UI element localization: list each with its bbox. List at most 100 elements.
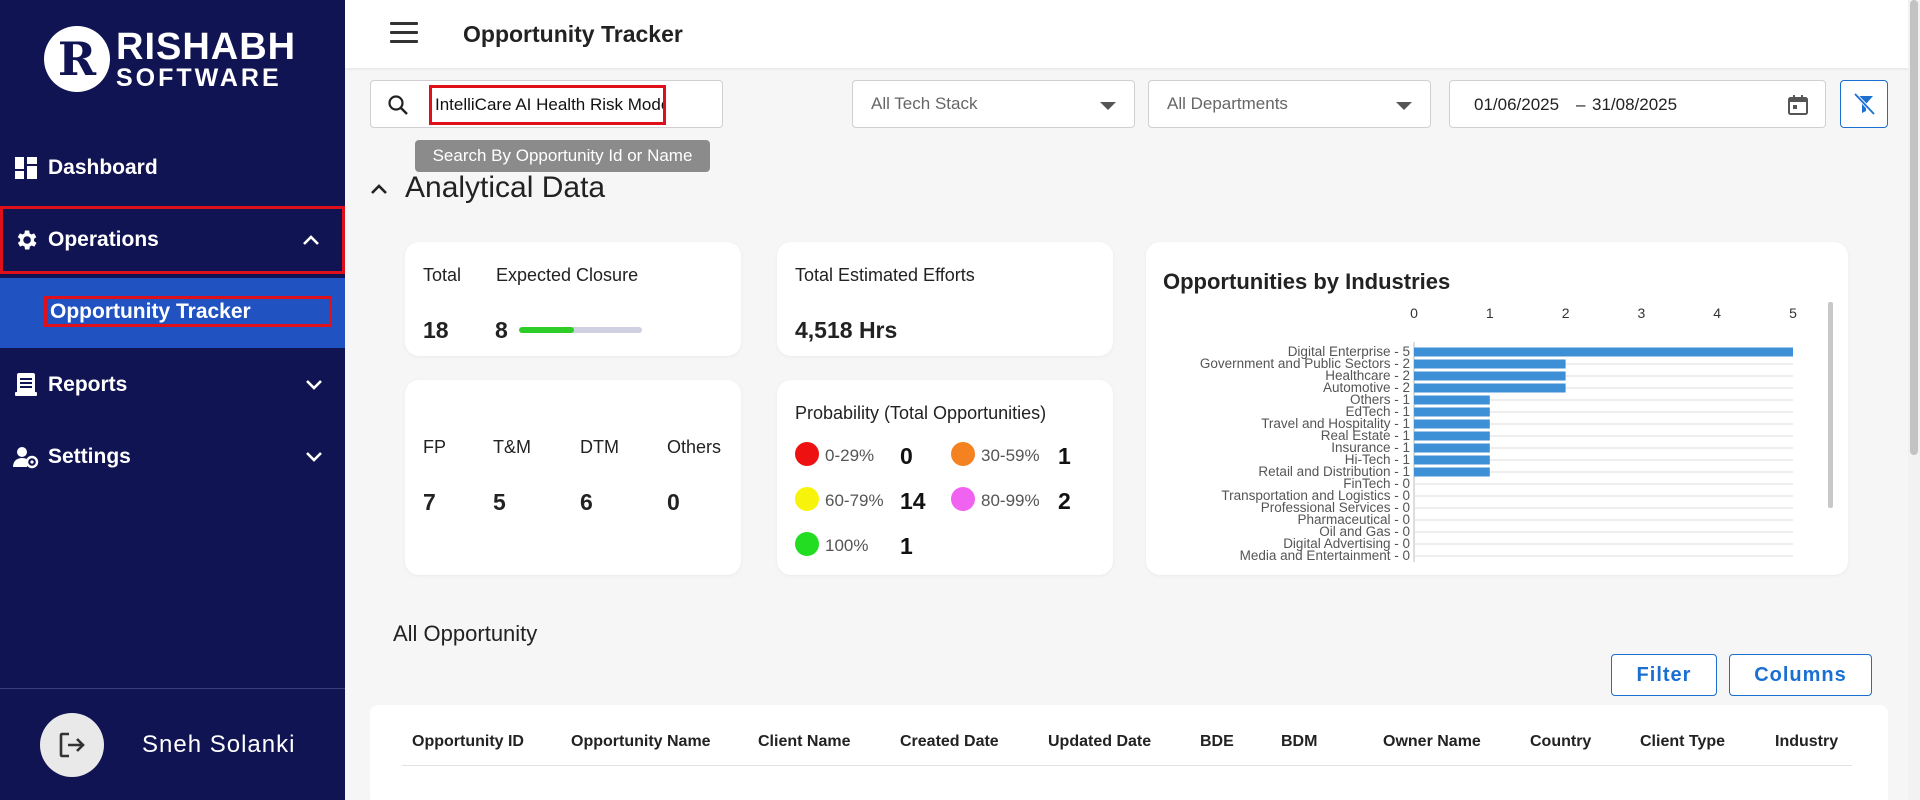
summary-card (405, 242, 741, 356)
x-tick-label: 3 (1638, 305, 1646, 321)
bar (1414, 395, 1490, 405)
column-header[interactable]: Opportunity ID (412, 733, 524, 751)
probability-range: 80-99% (981, 491, 1040, 510)
probability-range: 30-59% (981, 446, 1040, 465)
column-header[interactable]: Updated Date (1048, 733, 1151, 751)
menu-icon[interactable] (390, 22, 418, 44)
clear-filter-button[interactable] (1840, 80, 1888, 128)
total-value: 18 (423, 317, 449, 343)
column-header[interactable]: Client Name (758, 733, 850, 751)
logo-mark: R (44, 26, 110, 92)
column-header[interactable]: BDE (1200, 733, 1234, 751)
type-value: 6 (580, 489, 593, 515)
type-label: T&M (493, 437, 531, 457)
page-scrollbar[interactable] (1908, 0, 1920, 800)
probability-value: 1 (900, 533, 913, 559)
progress-fill (519, 327, 574, 333)
brand-logo[interactable]: R RISHABH SOFTWARE (44, 26, 296, 92)
type-label: DTM (580, 437, 619, 457)
page-title: Opportunity Tracker (463, 21, 683, 47)
filter-off-icon (1853, 92, 1876, 116)
date-range-picker[interactable]: 01/06/2025 – 31/08/2025 (1449, 80, 1826, 128)
probability-value: 0 (900, 443, 913, 469)
efforts-label: Total Estimated Efforts (795, 265, 975, 285)
logout-button[interactable] (40, 713, 104, 777)
chart-scrollbar[interactable] (1828, 302, 1833, 508)
column-header[interactable]: BDM (1281, 733, 1317, 751)
tech-stack-value: All Tech Stack (871, 94, 978, 113)
probability-range: 60-79% (825, 491, 884, 510)
probability-dot (795, 442, 819, 466)
column-header[interactable]: Industry (1775, 733, 1838, 751)
bar (1414, 443, 1490, 453)
type-value: 0 (667, 489, 680, 515)
sidebar-item-settings[interactable]: Settings (0, 426, 345, 488)
x-tick-label: 0 (1410, 305, 1418, 321)
search-box (370, 80, 723, 128)
calendar-icon[interactable] (1787, 94, 1809, 121)
logout-icon (59, 732, 85, 758)
logo-line1: RISHABH (116, 25, 297, 68)
sidebar-item-label: Dashboard (48, 156, 158, 179)
probability-value: 2 (1058, 488, 1071, 514)
column-header[interactable]: Created Date (900, 733, 999, 751)
type-label: Others (667, 437, 722, 457)
columns-button[interactable]: Columns (1729, 654, 1872, 696)
departments-value: All Departments (1167, 94, 1288, 113)
chevron-up-icon[interactable] (298, 227, 324, 253)
sidebar-divider (0, 688, 345, 689)
collapse-section-icon[interactable] (368, 178, 390, 200)
date-separator: – (1576, 95, 1586, 114)
expected-closure-progress (519, 327, 642, 333)
probability-dot (795, 532, 819, 556)
report-icon (12, 371, 40, 399)
top-bar: Opportunity Tracker (345, 0, 1920, 68)
x-tick-label: 4 (1713, 305, 1721, 321)
sidebar-item-label: Reports (48, 373, 128, 396)
industries-bar-chart: 0 1 2 3 4 5Digital Enterprise - 5Government a… (1200, 305, 1797, 563)
search-input[interactable] (429, 85, 666, 125)
type-value: 5 (493, 489, 506, 515)
chevron-down-icon[interactable] (301, 444, 327, 470)
sidebar-item-label: Operations (48, 228, 159, 251)
bar (1414, 419, 1490, 429)
chevron-down-icon[interactable] (301, 372, 327, 398)
sidebar-item-reports[interactable]: Reports (0, 354, 345, 416)
column-header[interactable]: Country (1530, 733, 1591, 751)
sidebar-item-operations[interactable]: Operations (0, 206, 345, 274)
bar (1414, 455, 1490, 465)
opportunity-table (370, 705, 1888, 800)
column-header[interactable]: Client Type (1640, 733, 1725, 751)
chart-title: Opportunities by Industries (1163, 269, 1451, 294)
page-scrollbar-thumb[interactable] (1910, 0, 1918, 455)
user-name: Sneh Solanki (142, 731, 296, 758)
type-label: FP (423, 437, 447, 457)
bar (1414, 347, 1793, 357)
probability-dot (951, 487, 975, 511)
date-to[interactable]: 31/08/2025 (1592, 95, 1677, 115)
filter-button[interactable]: Filter (1611, 654, 1717, 696)
expected-closure-value: 8 (495, 317, 508, 343)
column-header[interactable]: Owner Name (1383, 733, 1481, 751)
user-settings-icon (12, 443, 40, 471)
sidebar-item-dashboard[interactable]: Dashboard (0, 137, 345, 199)
column-header[interactable]: Opportunity Name (571, 733, 711, 751)
dashboard-icon (12, 154, 40, 182)
probability-value: 1 (1058, 443, 1071, 469)
sidebar-subitem-opportunity-tracker[interactable]: Opportunity Tracker (44, 296, 332, 327)
user-profile: Sneh Solanki (40, 713, 295, 777)
bar (1414, 371, 1566, 381)
table-header-divider (402, 765, 1852, 766)
dropdown-arrow-icon (1100, 102, 1116, 110)
logo-line2: SOFTWARE (116, 63, 282, 92)
x-tick-label: 5 (1789, 305, 1797, 321)
tech-stack-select[interactable]: All Tech Stack (852, 80, 1135, 128)
type-value: 7 (423, 489, 436, 515)
bar (1414, 359, 1566, 369)
dropdown-arrow-icon (1396, 102, 1412, 110)
total-label: Total (423, 265, 462, 285)
date-from[interactable]: 01/06/2025 (1474, 95, 1559, 115)
departments-select[interactable]: All Departments (1148, 80, 1431, 128)
efforts-value: 4,518 Hrs (795, 317, 898, 343)
search-tooltip: Search By Opportunity Id or Name (415, 140, 710, 172)
